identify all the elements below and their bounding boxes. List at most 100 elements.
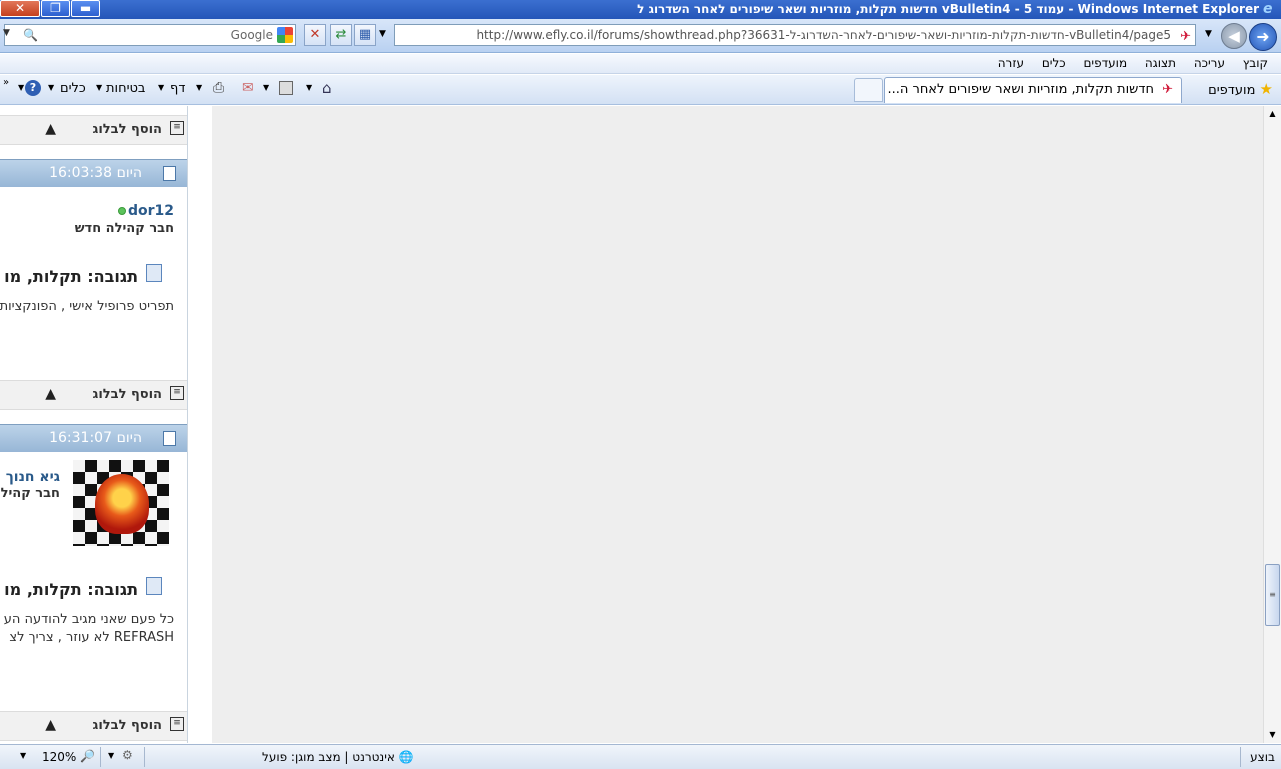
- zoom-icon[interactable]: 🔎: [80, 749, 95, 763]
- avatar[interactable]: [73, 460, 169, 546]
- mail-dropdown-caret-icon[interactable]: ▼: [263, 83, 269, 92]
- report-post-icon[interactable]: ▲: [45, 386, 56, 402]
- recent-pages-chevron-icon[interactable]: ▼: [1205, 29, 1212, 39]
- post-date-icon: [163, 166, 176, 181]
- menu-help[interactable]: עזרה: [991, 54, 1031, 72]
- security-zone[interactable]: 🌐 אינטרנט | מצב מוגן: פועל: [262, 750, 414, 764]
- close-window-button[interactable]: ✕: [0, 0, 40, 17]
- post-text-line: כל פעם שאני מגיב להודעה הע: [3, 612, 174, 627]
- post-date: היום: [116, 165, 142, 181]
- tab-active-page[interactable]: ✈ חדשות תקלות, מוזריות ושאר שיפורים לאחר…: [884, 77, 1182, 103]
- menu-view[interactable]: תצוגה: [1138, 54, 1183, 72]
- post-title-icon: [146, 264, 162, 282]
- help-icon[interactable]: ?: [25, 80, 41, 96]
- menu-edit[interactable]: עריכה: [1187, 54, 1232, 72]
- page-button[interactable]: דף: [170, 81, 185, 96]
- add-to-blog-link[interactable]: הוסף לבלוג: [93, 122, 162, 137]
- search-placeholder: Google: [230, 28, 273, 42]
- blog-icon: ≡: [170, 121, 184, 135]
- home-icon[interactable]: ⌂: [322, 79, 332, 97]
- address-history-chevron-icon[interactable]: ▼: [379, 29, 386, 39]
- status-divider: [1240, 747, 1241, 767]
- address-toolbar: ▼ 🔍 Google ✕ ⇄ ▦ ▼ http://www.efly.co.il…: [0, 19, 1281, 53]
- scroll-down-arrow-icon[interactable]: ▼: [1264, 727, 1281, 743]
- avatar-image: [95, 474, 149, 534]
- post-footer: ≡ הוסף לבלוג ▲: [0, 380, 187, 410]
- address-url: http://www.efly.co.il/forums/showthread.…: [476, 28, 1171, 42]
- scrollbar-thumb[interactable]: ≡: [1265, 564, 1280, 626]
- safety-button[interactable]: בטיחות: [106, 81, 145, 96]
- post-username[interactable]: גיא חנוך: [6, 469, 60, 485]
- status-bar: בוצע 🌐 אינטרנט | מצב מוגן: פועל ⚙ ▼ 🔎 12…: [0, 744, 1281, 769]
- add-to-blog-link[interactable]: הוסף לבלוג: [93, 718, 162, 733]
- site-favicon-icon: ✈: [1180, 29, 1191, 44]
- status-divider: [100, 747, 101, 767]
- search-input[interactable]: ▼ 🔍 Google: [3, 24, 296, 46]
- feeds-icon[interactable]: [279, 81, 293, 95]
- more-commands-chevron-icon[interactable]: »: [3, 77, 9, 88]
- new-tab-button[interactable]: [854, 78, 883, 102]
- menu-favorites[interactable]: מועדפים: [1076, 54, 1134, 72]
- online-status-icon: [118, 207, 126, 215]
- status-divider: [144, 747, 145, 767]
- post-usertitle: חבר קהילה חדש: [74, 221, 174, 236]
- print-icon[interactable]: ⎙: [213, 80, 224, 96]
- safety-dropdown-caret-icon[interactable]: ▼: [96, 83, 102, 92]
- globe-icon: 🌐: [398, 750, 414, 764]
- address-field[interactable]: http://www.efly.co.il/forums/showthread.…: [394, 24, 1196, 46]
- security-zone-label: אינטרנט | מצב מוגן: פועל: [262, 750, 395, 764]
- post-title-icon: [146, 577, 162, 595]
- search-icon[interactable]: 🔍: [23, 28, 38, 42]
- compatibility-view-button[interactable]: ▦: [354, 24, 376, 46]
- blog-icon: ≡: [170, 386, 184, 400]
- help-dropdown-caret-icon[interactable]: ▼: [18, 83, 24, 92]
- mail-icon[interactable]: ✉: [242, 80, 254, 96]
- zoom-level[interactable]: 120%: [42, 750, 76, 764]
- print-dropdown-caret-icon[interactable]: ▼: [196, 83, 202, 92]
- post-usertitle: חבר קהיל: [0, 486, 60, 501]
- tab-title: חדשות תקלות, מוזריות ושאר שיפורים לאחר ה…: [887, 82, 1154, 97]
- zoom-dropdown-caret-icon[interactable]: ▼: [20, 751, 26, 760]
- post-time: 16:31:07: [49, 430, 112, 446]
- protected-mode-caret-icon[interactable]: ▼: [108, 751, 114, 760]
- posts-column: ≡ הוסף לבלוג ▲ היום 16:03:38 dor12 חבר ק…: [0, 106, 188, 743]
- forward-button[interactable]: ➜: [1249, 23, 1277, 51]
- home-dropdown-caret-icon[interactable]: ▼: [306, 83, 312, 92]
- window-controls: ✕ ❐ ▬: [0, 0, 101, 19]
- ie-logo-icon: e: [1263, 1, 1273, 17]
- favorites-button[interactable]: מועדפים ★: [1208, 80, 1273, 98]
- tools-button[interactable]: כלים: [60, 81, 86, 96]
- add-to-blog-link[interactable]: הוסף לבלוג: [93, 387, 162, 402]
- report-post-icon[interactable]: ▲: [45, 717, 56, 733]
- back-button[interactable]: ◀: [1221, 23, 1247, 49]
- post-username[interactable]: dor12: [128, 203, 174, 219]
- command-bar: מועדפים ★ ✈ חדשות תקלות, מוזריות ושאר שי…: [0, 75, 1281, 105]
- stop-button[interactable]: ✕: [304, 24, 326, 46]
- search-options-chevron-icon[interactable]: ▼: [3, 28, 10, 38]
- post-text-line: REFRASH לא עוזר , צריך לצ: [9, 630, 174, 645]
- scroll-up-arrow-icon[interactable]: ▲: [1264, 106, 1281, 122]
- page-content: ≡ הוסף לבלוג ▲ היום 16:03:38 dor12 חבר ק…: [0, 106, 1263, 743]
- window-title: Windows Internet Explorer - עמוד 5 - vBu…: [637, 2, 1259, 16]
- menu-file[interactable]: קובץ: [1236, 54, 1275, 72]
- blog-icon: ≡: [170, 717, 184, 731]
- restore-window-button[interactable]: ❐: [41, 0, 70, 17]
- report-post-icon[interactable]: ▲: [45, 121, 56, 137]
- vertical-scrollbar[interactable]: ▲ ≡ ▼: [1263, 106, 1281, 743]
- post-time: 16:03:38: [49, 165, 112, 181]
- post-text-line: תפריט פרופיל אישי , הפונקציות: [0, 299, 174, 314]
- menu-bar: קובץ עריכה תצוגה מועדפים כלים עזרה: [0, 54, 1281, 74]
- tools-dropdown-caret-icon[interactable]: ▼: [48, 83, 54, 92]
- post-header: היום 16:31:07: [0, 424, 187, 452]
- refresh-button[interactable]: ⇄: [330, 24, 352, 46]
- tab-favicon-icon: ✈: [1162, 82, 1173, 97]
- page-dropdown-caret-icon[interactable]: ▼: [158, 83, 164, 92]
- status-text: בוצע: [1250, 750, 1275, 764]
- post-header: היום 16:03:38: [0, 159, 187, 187]
- menu-tools[interactable]: כלים: [1035, 54, 1073, 72]
- favorites-label: מועדפים: [1208, 83, 1256, 98]
- post-date-icon: [163, 431, 176, 446]
- minimize-window-button[interactable]: ▬: [71, 0, 100, 17]
- post-footer: ≡ הוסף לבלוג ▲: [0, 711, 187, 741]
- protected-mode-icon[interactable]: ⚙: [122, 748, 133, 762]
